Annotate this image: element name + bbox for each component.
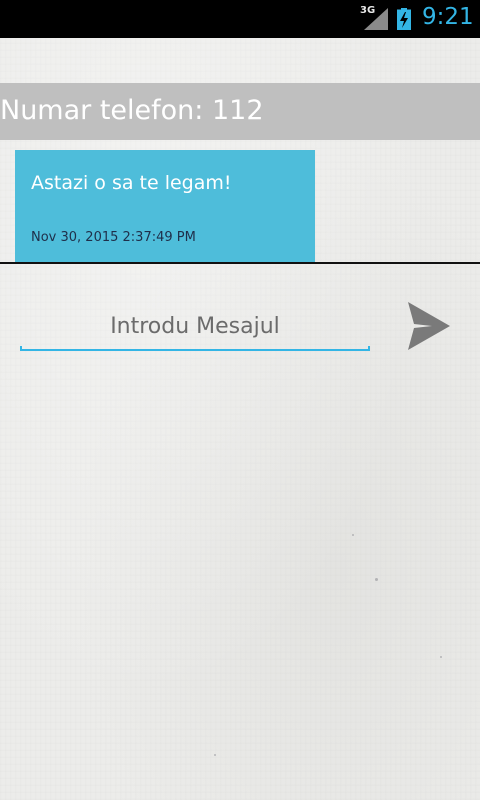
message-input[interactable] xyxy=(20,306,370,346)
status-clock: 9:21 xyxy=(422,4,474,30)
message-bubble[interactable]: Astazi o sa te legam! Nov 30, 2015 2:37:… xyxy=(15,150,315,263)
paper-speck xyxy=(375,578,378,581)
paper-speck xyxy=(352,534,354,536)
paper-speck xyxy=(214,754,216,756)
status-bar: 3G 9:21 xyxy=(0,0,480,38)
paper-speck xyxy=(440,656,442,658)
phone-number-title: Numar telefon: 112 xyxy=(0,95,264,126)
message-text: Astazi o sa te legam! xyxy=(31,172,232,194)
signal-icon xyxy=(364,8,388,30)
input-underline xyxy=(20,346,370,351)
battery-charging-icon xyxy=(397,8,411,30)
send-icon[interactable] xyxy=(402,298,454,354)
divider xyxy=(0,262,480,264)
message-timestamp: Nov 30, 2015 2:37:49 PM xyxy=(31,230,196,245)
phone-number-header: Numar telefon: 112 xyxy=(0,83,480,140)
